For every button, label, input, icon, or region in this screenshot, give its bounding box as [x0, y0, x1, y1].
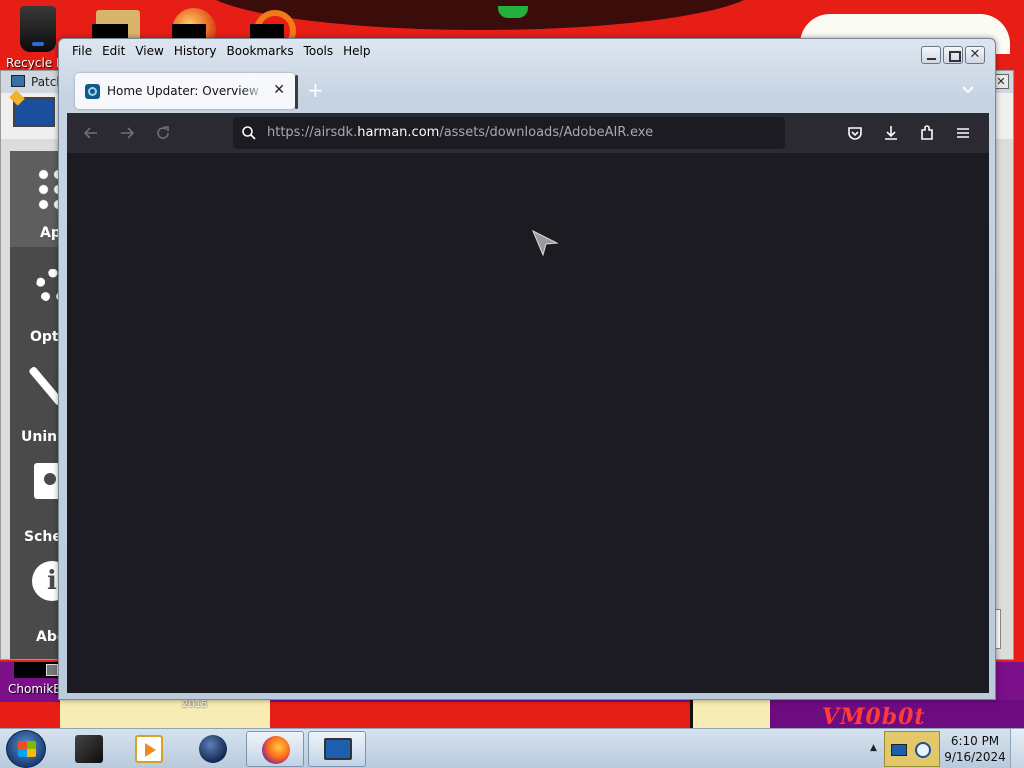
tab-home-updater[interactable]: Home Updater: Overview and Downloads ✕: [75, 73, 295, 109]
wallpaper-shape: [690, 698, 780, 728]
monitor-app-icon: [324, 738, 352, 760]
taskbar-app-media[interactable]: [120, 731, 178, 767]
tab-title: Home Updater: Overview and Downloads: [107, 84, 265, 98]
clock[interactable]: 6:10 PM 9/16/2024: [944, 733, 1006, 765]
tray-network-icon[interactable]: [915, 742, 931, 758]
nav-toolbar: https://airsdk.harman.com/assets/downloa…: [67, 113, 989, 153]
globe-app-icon: [199, 735, 227, 763]
menu-help[interactable]: Help: [338, 42, 375, 62]
taskbar: ▲ 6:10 PM 9/16/2024: [0, 728, 1024, 768]
wallpaper-shape: [498, 6, 528, 18]
search-icon: [242, 126, 256, 140]
recycle-bin-icon[interactable]: [20, 6, 56, 52]
tray-expand-icon[interactable]: ▲: [870, 743, 877, 753]
page-content[interactable]: [67, 153, 989, 693]
reload-icon[interactable]: [153, 123, 173, 143]
chomikbox-overlay-icon: [46, 664, 58, 676]
patch-app-icon: [11, 75, 25, 87]
windows-logo-icon: [18, 741, 36, 757]
site-favicon-icon: [85, 84, 100, 99]
menu-bar: File Edit View History Bookmarks Tools H…: [67, 42, 376, 62]
wallpaper-year: 2015: [182, 699, 208, 710]
menu-bookmarks[interactable]: Bookmarks: [222, 42, 299, 62]
clock-time: 6:10 PM: [950, 734, 1000, 748]
hamburger-menu-icon[interactable]: [953, 123, 973, 143]
mouse-cursor-icon: [532, 229, 559, 257]
start-button[interactable]: [6, 730, 46, 768]
menu-tools[interactable]: Tools: [299, 42, 339, 62]
maximize-button[interactable]: [943, 46, 963, 64]
media-player-icon: [135, 735, 163, 763]
taskbar-app-firefox[interactable]: [246, 731, 304, 767]
url-text: https://airsdk.harman.com/assets/downloa…: [267, 125, 653, 140]
url-domain: harman.com: [357, 125, 440, 140]
pocket-icon[interactable]: [845, 123, 865, 143]
taskbar-app-globe[interactable]: [184, 731, 242, 767]
clock-date: 9/16/2024: [944, 750, 1006, 764]
tab-close-button[interactable]: ✕: [273, 82, 285, 98]
tab-separator: [295, 75, 298, 109]
tray-monitor-icon[interactable]: [891, 744, 907, 756]
minimize-button[interactable]: [921, 46, 941, 64]
new-tab-button[interactable]: +: [307, 79, 324, 101]
menu-edit[interactable]: Edit: [97, 42, 130, 62]
url-prefix: https://airsdk.: [267, 125, 358, 140]
firefox-window: File Edit View History Bookmarks Tools H…: [58, 38, 996, 700]
menu-file[interactable]: File: [67, 42, 97, 62]
forward-arrow-icon[interactable]: [117, 123, 137, 143]
download-icon[interactable]: [881, 123, 901, 143]
close-button[interactable]: ✕: [965, 46, 985, 64]
back-arrow-icon[interactable]: [81, 123, 101, 143]
firefox-icon: [262, 736, 290, 764]
show-desktop-button[interactable]: [1010, 729, 1024, 768]
wallpaper-graffiti: VM0b0t: [822, 704, 926, 728]
cube-app-icon: [75, 735, 103, 763]
menu-history[interactable]: History: [169, 42, 222, 62]
tab-strip: Home Updater: Overview and Downloads ✕ +: [67, 73, 989, 111]
taskbar-app-monitor[interactable]: [308, 731, 366, 767]
system-tray: [884, 731, 940, 767]
url-bar[interactable]: https://airsdk.harman.com/assets/downloa…: [233, 117, 785, 149]
window-controls: ✕: [921, 46, 985, 64]
taskbar-app-cube[interactable]: [60, 731, 118, 767]
monitor-icon: [13, 97, 55, 127]
url-path: /assets/downloads/AdobeAIR.exe: [439, 125, 654, 140]
menu-view[interactable]: View: [130, 42, 168, 62]
list-all-tabs-chevron-icon[interactable]: [961, 82, 975, 96]
extensions-puzzle-icon[interactable]: [917, 123, 937, 143]
